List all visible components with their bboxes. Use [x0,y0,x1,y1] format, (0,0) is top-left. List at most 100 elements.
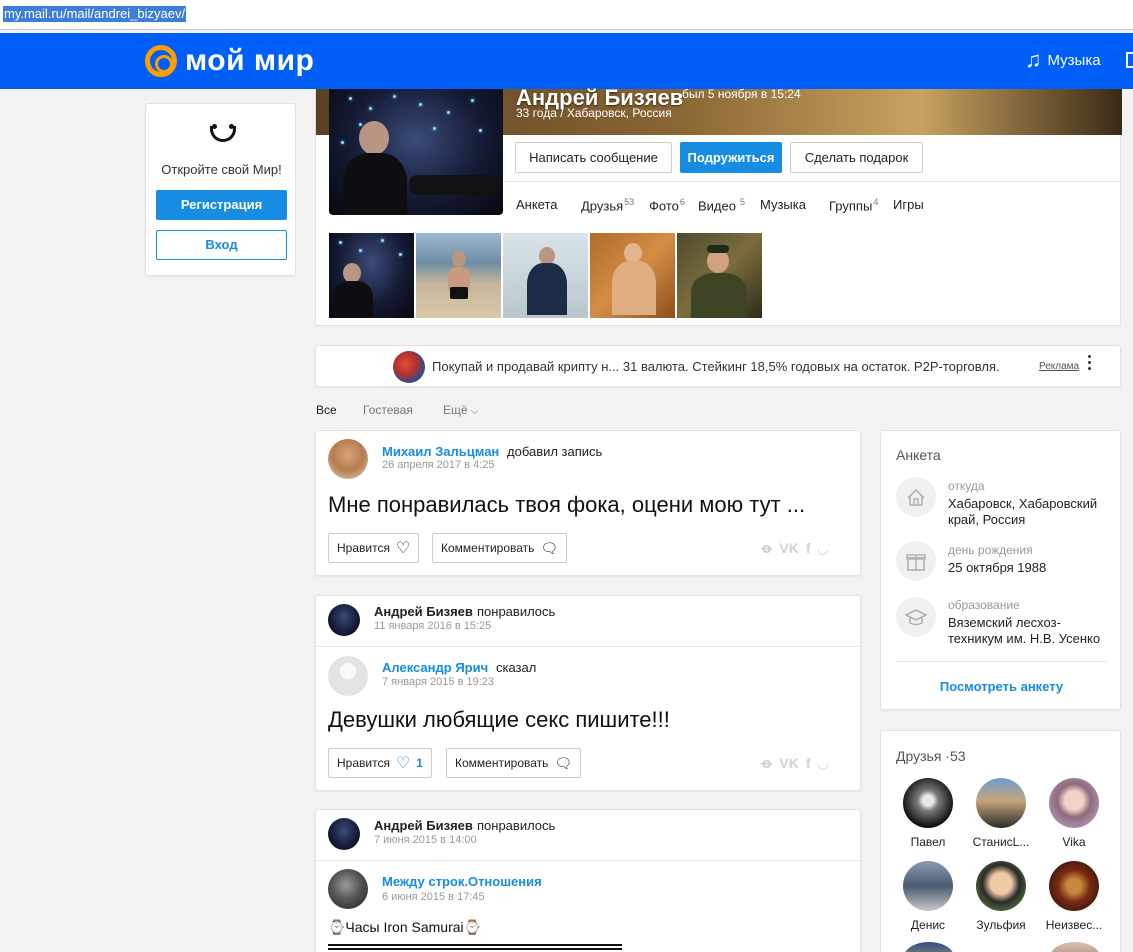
friend-item[interactable]: Неизвес... [1038,861,1110,932]
ad-banner[interactable]: Покупай и продавай крипту н... 31 валюта… [315,345,1121,387]
login-button[interactable]: Вход [156,230,287,260]
feed-post: Андрей Бизяев понравилось 7 июня 2015 в … [315,809,862,952]
post-divider [316,646,862,647]
moimir-icon[interactable]: ◡ [818,540,829,557]
ok-icon[interactable]: ꝋ [761,540,772,557]
liker-name[interactable]: Андрей Бизяев [374,818,473,833]
profile-card: Андрей Бизяев был 5 ноября в 15:24 33 го… [315,85,1122,326]
friend-name: Неизвес... [1045,918,1103,932]
post-author[interactable]: Михаил Зальцман [382,444,499,459]
photo-thumbnail[interactable] [503,233,588,318]
liker-timestamp[interactable]: 11 января 2016 в 15:25 [374,620,491,632]
tab-anketa[interactable]: Анкета [516,197,558,212]
author-avatar[interactable] [328,439,368,479]
facebook-icon[interactable]: f [806,540,811,557]
feed-tab-more[interactable]: Ещё ⌵ [443,403,479,417]
post-divider-line [328,944,622,950]
music-link[interactable]: ♫ Музыка [1025,49,1101,71]
share-icons: ꝋ VK f ◡ [761,755,828,772]
like-button[interactable]: Нравится ♡ [328,533,420,563]
photo-thumbnail[interactable] [677,233,762,318]
ad-text[interactable]: Покупай и продавай крипту н... 31 валюта… [432,359,1000,374]
tab-photos[interactable]: Фото6 [649,197,685,213]
like-count: 1 [416,756,423,770]
feed-tab-guest[interactable]: Гостевая [363,403,413,417]
send-gift-button[interactable]: Сделать подарок [790,142,923,173]
feed-tab-all[interactable]: Все [316,403,337,417]
liker-name[interactable]: Андрей Бизяев [374,604,473,619]
site-logo[interactable]: мой мир [145,44,314,78]
author-avatar[interactable] [328,869,368,909]
register-card: Откройте свой Мир! Регистрация Вход [145,103,296,276]
friend-avatar[interactable] [1050,942,1100,952]
friend-avatar[interactable] [904,942,954,952]
write-message-button[interactable]: Написать сообщение [515,142,672,173]
anketa-label-birthday: день рождения [948,543,1033,557]
post-text: ⌚Часы Iron Samurai⌚ [328,919,482,935]
comment-button[interactable]: Комментировать 🗨 [446,748,582,778]
apps-grid-icon[interactable] [1126,52,1133,68]
post-timestamp[interactable]: 6 июня 2015 в 17:45 [382,891,485,903]
post-action: сказал [496,660,537,675]
ok-icon[interactable]: ꝋ [761,755,772,772]
anketa-label-education: образование [948,598,1020,612]
friend-name: СтанисL... [972,835,1030,849]
profile-avatar[interactable] [329,89,503,215]
moimir-icon[interactable]: ◡ [818,755,829,772]
music-label: Музыка [1047,51,1101,69]
share-icons: ꝋ VK f ◡ [761,540,828,557]
like-button[interactable]: Нравится ♡ 1 [328,748,432,778]
friend-name: Денис [910,918,946,932]
heart-icon: ♡ [395,540,411,557]
tab-music[interactable]: Музыка [760,197,806,212]
comment-button[interactable]: Комментировать 🗨 [432,533,568,563]
friend-avatar [903,861,953,911]
tab-video[interactable]: Видео 5 [698,197,745,213]
view-anketa-link[interactable]: Посмотреть анкету [881,679,1122,694]
anketa-label-from: откуда [948,479,985,493]
photo-thumbnail[interactable] [590,233,675,318]
ad-label[interactable]: Реклама [1039,361,1079,372]
vk-icon[interactable]: VK [779,755,798,772]
liker-timestamp[interactable]: 7 июня 2015 в 14:00 [374,834,477,846]
author-avatar[interactable] [328,656,368,696]
post-timestamp[interactable]: 7 января 2015 в 19:23 [382,676,494,688]
friend-item[interactable]: Vika [1038,778,1110,849]
tab-friends[interactable]: Друзья53 [581,197,634,213]
liker-action: понравилось [477,604,556,619]
photo-thumbnail[interactable] [416,233,501,318]
post-author[interactable]: Александр Ярич [382,660,488,675]
photo-thumbnail[interactable] [329,233,414,318]
liker-avatar[interactable] [328,818,360,850]
more-vertical-icon[interactable] [1088,355,1092,373]
tab-games[interactable]: Игры [893,197,924,212]
register-button[interactable]: Регистрация [156,190,287,220]
post-text: Мне понравилась твоя фока, оцени мою тут… [328,492,806,517]
comment-icon: 🗨 [540,539,559,556]
friend-item[interactable]: СтанисL... [965,778,1037,849]
register-prompt: Откройте свой Мир! [161,162,282,177]
post-timestamp[interactable]: 26 апреля 2017 в 4:25 [382,459,495,471]
facebook-icon[interactable]: f [806,755,811,772]
ad-image [393,351,425,383]
befriend-button[interactable]: Подружиться [680,142,782,173]
post-action: добавил запись [507,444,603,459]
vk-icon[interactable]: VK [779,540,798,557]
heart-icon: ♡ [395,755,411,772]
chevron-down-icon: ⌵ [470,406,479,417]
friend-item[interactable]: Денис [892,861,964,932]
tab-groups[interactable]: Группы4 [829,197,878,213]
friends-card: Друзья ·53 Павел СтанисL... Vika Денис З… [880,730,1121,952]
profile-info: 33 года / Хабаровск, Россия [516,106,672,120]
liker-avatar[interactable] [328,604,360,636]
home-icon [896,477,936,517]
smiley-icon [206,124,240,148]
url-text[interactable]: my.mail.ru/mail/andrei_bizyaev/ [3,6,187,22]
friends-title[interactable]: Друзья ·53 [896,748,966,764]
post-author[interactable]: Между строк.Отношения [382,874,542,889]
friend-item[interactable]: Зульфия [965,861,1037,932]
graduation-cap-icon [896,597,936,637]
friend-item[interactable]: Павел [892,778,964,849]
anketa-value-from: Хабаровск, Хабаровский край, Россия [948,496,1098,527]
browser-url-bar[interactable]: my.mail.ru/mail/andrei_bizyaev/ [0,0,1133,30]
